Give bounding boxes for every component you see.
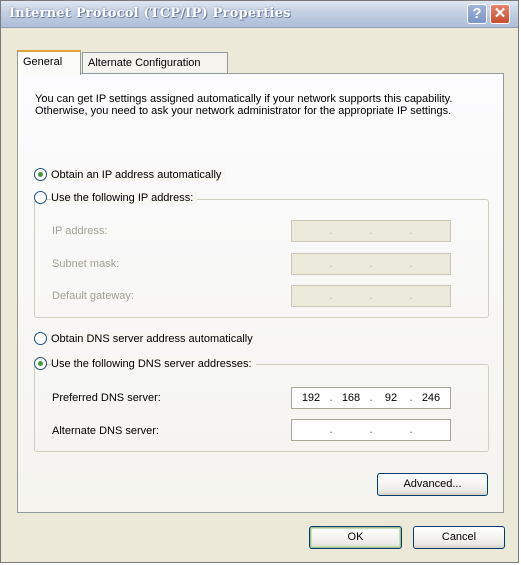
use-following-ip-radio[interactable] xyxy=(34,191,47,204)
title-bar[interactable]: Internet Protocol (TCP/IP) Properties ? … xyxy=(1,1,518,28)
intro-text: You can get IP settings assigned automat… xyxy=(35,93,453,117)
use-following-dns-label: Use the following DNS server addresses: xyxy=(51,357,256,370)
octet-separator: . xyxy=(369,258,373,270)
alternate-dns-field[interactable]: . . . xyxy=(291,419,451,441)
default-gateway-label: Default gateway: xyxy=(52,290,134,302)
octet-separator: . xyxy=(329,392,333,404)
dialog-window: Internet Protocol (TCP/IP) Properties ? … xyxy=(0,0,519,563)
close-icon[interactable]: ✕ xyxy=(490,4,510,24)
octet-separator: . xyxy=(369,424,373,436)
tab-alternate-configuration[interactable]: Alternate Configuration xyxy=(82,52,228,74)
octet-separator: . xyxy=(329,424,333,436)
octet-separator: . xyxy=(329,225,333,237)
obtain-ip-auto-label: Obtain an IP address automatically xyxy=(51,168,226,181)
ip-address-group: IP address: . . . Subnet mask: . . . Def… xyxy=(34,199,489,318)
preferred-dns-label: Preferred DNS server: xyxy=(52,392,161,404)
obtain-ip-auto-option[interactable]: Obtain an IP address automatically xyxy=(34,168,226,184)
octet-separator: . xyxy=(369,225,373,237)
octet-separator: . xyxy=(409,258,413,270)
subnet-mask-field: . . . xyxy=(291,253,451,275)
obtain-dns-auto-label: Obtain DNS server address automatically xyxy=(51,332,257,345)
preferred-dns-field[interactable]: 192 . 168 . 92 . 246 xyxy=(291,387,451,409)
preferred-dns-octet-3[interactable]: 92 xyxy=(376,392,406,404)
octet-separator: . xyxy=(369,290,373,302)
general-tab-panel: You can get IP settings assigned automat… xyxy=(17,73,504,513)
window-title: Internet Protocol (TCP/IP) Properties xyxy=(9,6,291,21)
ok-button[interactable]: OK xyxy=(309,526,402,549)
octet-separator: . xyxy=(409,290,413,302)
use-following-dns-option[interactable]: Use the following DNS server addresses: xyxy=(34,357,256,373)
octet-separator: . xyxy=(329,258,333,270)
obtain-ip-auto-radio[interactable] xyxy=(34,168,47,181)
preferred-dns-octet-4[interactable]: 246 xyxy=(416,392,446,404)
dns-server-group: Preferred DNS server: 192 . 168 . 92 . 2… xyxy=(34,364,489,452)
use-following-dns-radio[interactable] xyxy=(34,357,47,370)
preferred-dns-octet-2[interactable]: 168 xyxy=(336,392,366,404)
obtain-dns-auto-option[interactable]: Obtain DNS server address automatically xyxy=(34,332,257,348)
octet-separator: . xyxy=(329,290,333,302)
tab-general[interactable]: General xyxy=(17,50,81,75)
octet-separator: . xyxy=(409,225,413,237)
octet-separator: . xyxy=(409,424,413,436)
subnet-mask-label: Subnet mask: xyxy=(52,258,120,270)
default-gateway-field: . . . xyxy=(291,285,451,307)
alternate-dns-label: Alternate DNS server: xyxy=(52,425,159,437)
ip-address-label: IP address: xyxy=(52,225,108,237)
obtain-dns-auto-radio[interactable] xyxy=(34,332,47,345)
use-following-ip-option[interactable]: Use the following IP address: xyxy=(34,191,198,207)
octet-separator: . xyxy=(369,392,373,404)
cancel-button[interactable]: Cancel xyxy=(413,526,505,549)
octet-separator: . xyxy=(409,392,413,404)
help-icon[interactable]: ? xyxy=(467,4,487,24)
preferred-dns-octet-1[interactable]: 192 xyxy=(296,392,326,404)
use-following-ip-label: Use the following IP address: xyxy=(51,191,198,204)
ip-address-field: . . . xyxy=(291,220,451,242)
advanced-button[interactable]: Advanced... xyxy=(377,473,488,496)
